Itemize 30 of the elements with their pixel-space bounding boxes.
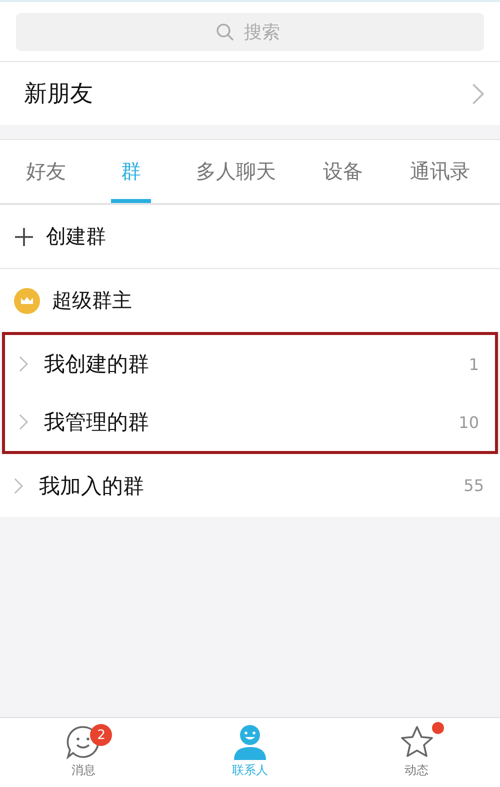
new-friends-row[interactable]: 新朋友 bbox=[0, 61, 500, 125]
chevron-icon bbox=[472, 82, 484, 106]
nav-tab[interactable]: 消息 2 bbox=[38, 718, 128, 787]
chevron-icon bbox=[19, 414, 28, 430]
tab[interactable]: 多人聊天 bbox=[194, 140, 278, 203]
tab[interactable]: 好友 bbox=[24, 140, 68, 203]
action-label: 超级群主 bbox=[52, 287, 132, 314]
unread-badge: 2 bbox=[90, 724, 112, 746]
group-category-row[interactable]: 我加入的群 55 bbox=[0, 454, 500, 517]
search-field[interactable]: 搜索 bbox=[16, 13, 484, 51]
group-count: 1 bbox=[468, 354, 479, 374]
star-icon bbox=[398, 724, 435, 760]
new-friends-label: 新朋友 bbox=[24, 80, 94, 109]
group-category-label: 我管理的群 bbox=[44, 409, 150, 436]
person-icon bbox=[232, 724, 268, 760]
action-row[interactable]: 超级群主 bbox=[0, 268, 500, 332]
group-category-label: 我创建的群 bbox=[44, 351, 150, 378]
nav-tab[interactable]: 联系人 bbox=[204, 718, 295, 787]
tab[interactable]: 设备 bbox=[321, 140, 365, 203]
plus-icon bbox=[14, 226, 34, 246]
action-row[interactable]: 创建群 bbox=[0, 204, 500, 268]
nav-tab[interactable]: 动态 bbox=[372, 718, 462, 787]
group-category-label: 我加入的群 bbox=[39, 472, 145, 500]
crown-icon bbox=[14, 288, 40, 314]
group-count: 55 bbox=[464, 476, 484, 495]
chevron-icon bbox=[19, 356, 28, 372]
tab[interactable]: 通讯录 bbox=[408, 140, 472, 203]
group-count: 10 bbox=[458, 412, 479, 432]
action-label: 创建群 bbox=[46, 223, 106, 250]
chevron-icon bbox=[14, 478, 23, 494]
